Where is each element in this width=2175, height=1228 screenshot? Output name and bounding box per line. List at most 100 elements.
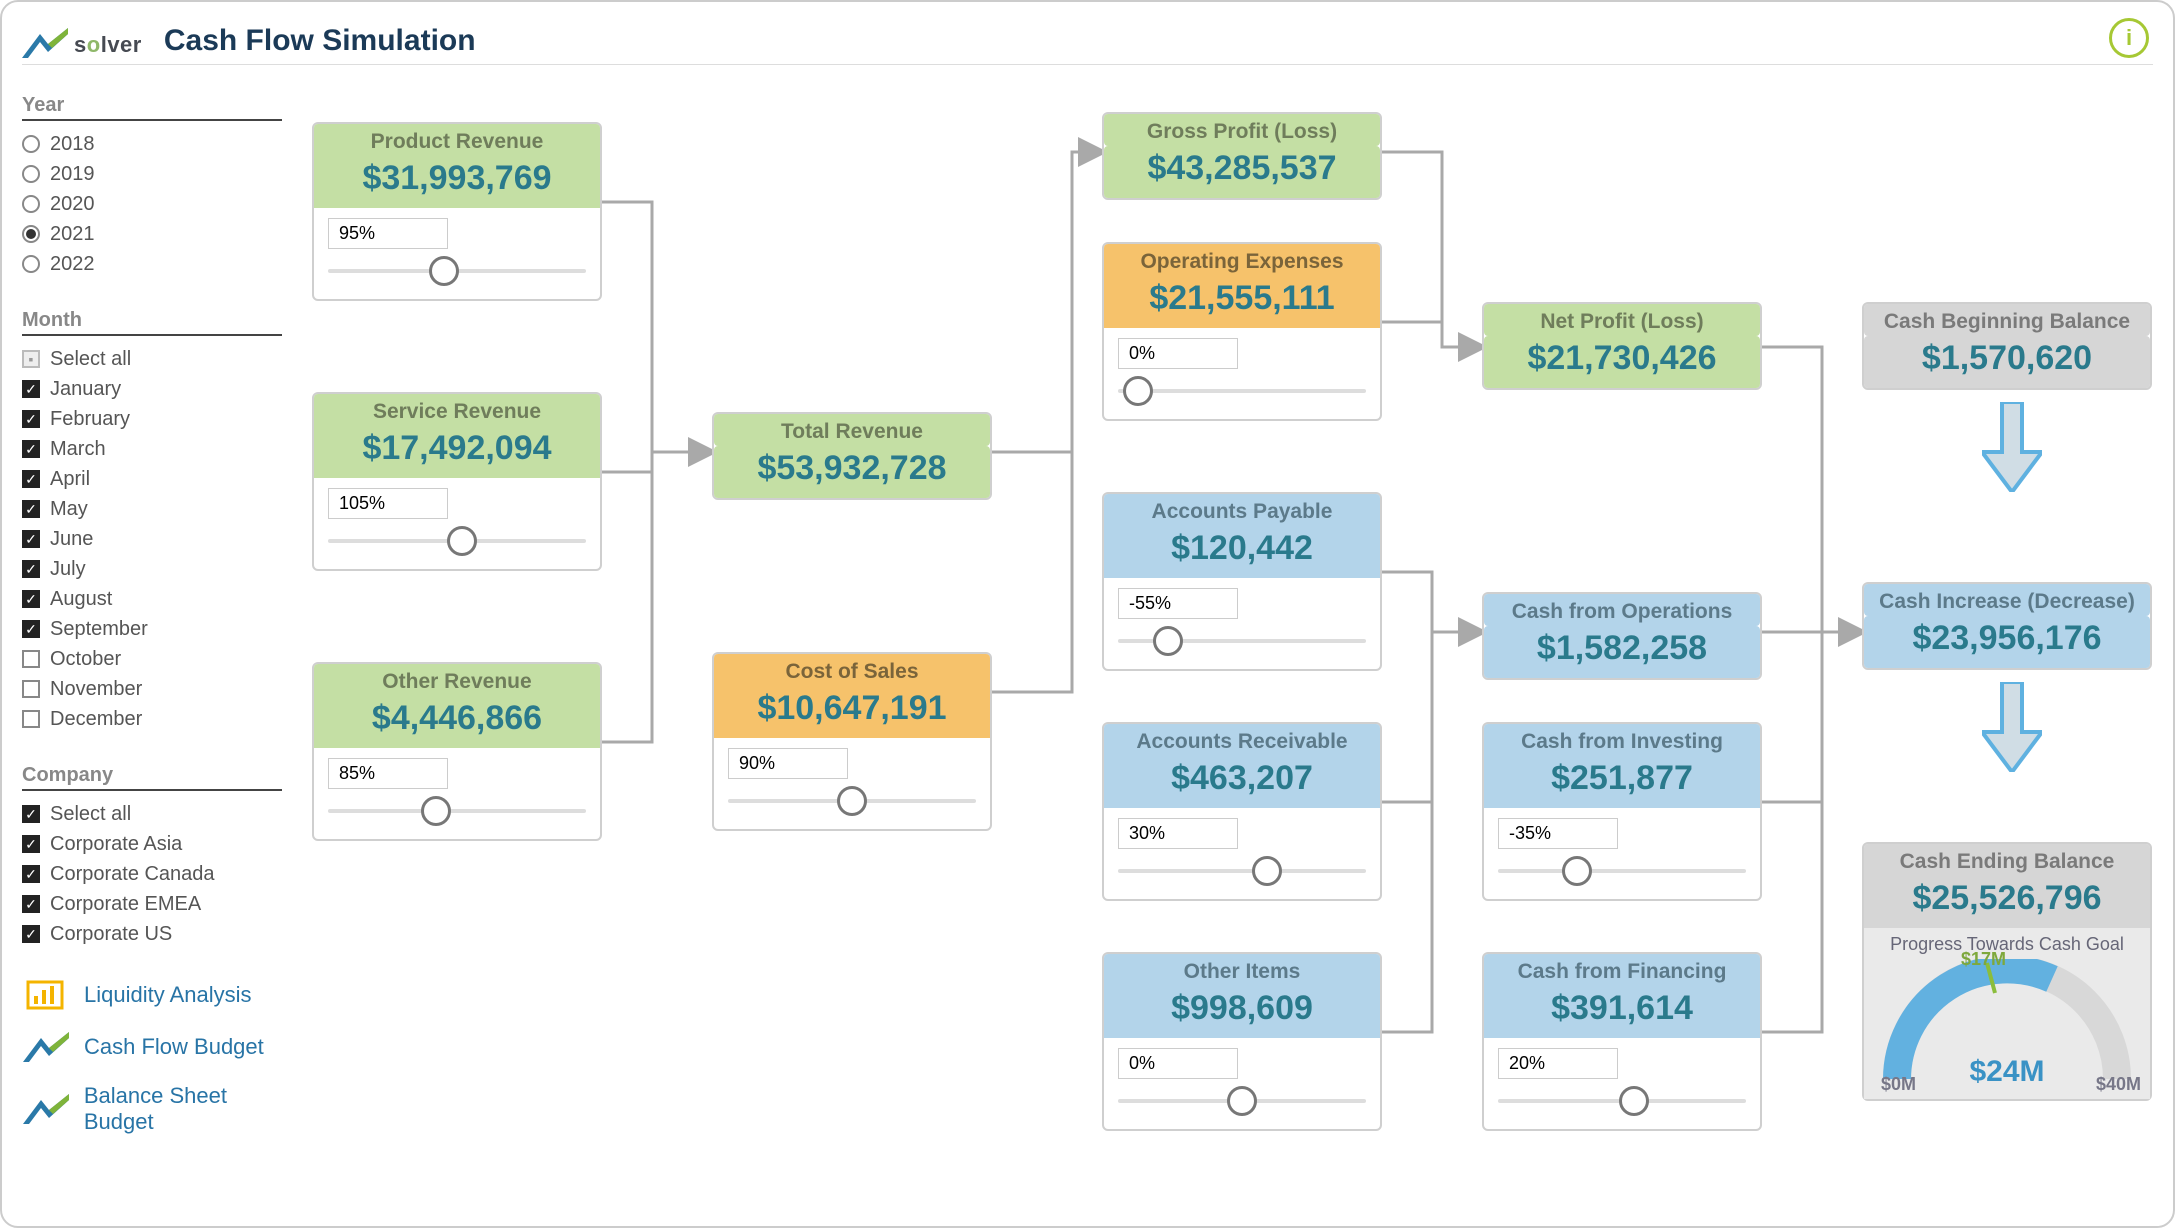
month-option-may[interactable]: May [22, 494, 302, 524]
checkbox-icon [22, 620, 40, 638]
node-operating-expenses: Operating Expenses $21,555,111 0% [1102, 242, 1382, 421]
checkbox-icon [22, 440, 40, 458]
radio-icon [22, 135, 40, 153]
node-value: $251,877 [1484, 756, 1760, 808]
slider[interactable] [328, 795, 586, 827]
company-option-corporate asia[interactable]: Corporate Asia [22, 829, 302, 859]
year-option-label: 2018 [50, 129, 95, 159]
checkbox-icon: ▪ [22, 350, 40, 368]
node-value: $120,442 [1104, 526, 1380, 578]
node-value: $25,526,796 [1864, 876, 2150, 928]
node-label: Cash from Investing [1484, 724, 1760, 756]
company-select-all[interactable]: Select all [22, 799, 302, 829]
node-value: $463,207 [1104, 756, 1380, 808]
company-option-corporate us[interactable]: Corporate US [22, 919, 302, 949]
company-select-all-label: Select all [50, 799, 131, 829]
link-balance-sheet-budget[interactable]: Balance Sheet Budget [22, 1083, 302, 1135]
checkbox-icon [22, 925, 40, 943]
slider[interactable] [1498, 1085, 1746, 1117]
gauge-target-label: $17M [1961, 949, 2006, 970]
radio-icon [22, 195, 40, 213]
year-option-2020[interactable]: 2020 [22, 189, 302, 219]
month-option-september[interactable]: September [22, 614, 302, 644]
node-value: $21,730,426 [1484, 336, 1760, 388]
checkbox-icon [22, 560, 40, 578]
month-option-april[interactable]: April [22, 464, 302, 494]
checkbox-icon [22, 380, 40, 398]
solver-logo: solver [22, 28, 142, 58]
company-option-corporate canada[interactable]: Corporate Canada [22, 859, 302, 889]
month-option-label: February [50, 404, 130, 434]
slider-value[interactable]: 95% [328, 218, 448, 249]
month-option-june[interactable]: June [22, 524, 302, 554]
year-option-label: 2022 [50, 249, 95, 279]
node-label: Accounts Payable [1104, 494, 1380, 526]
slider-value[interactable]: 90% [728, 748, 848, 779]
checkbox-icon [22, 470, 40, 488]
year-option-2019[interactable]: 2019 [22, 159, 302, 189]
month-option-july[interactable]: July [22, 554, 302, 584]
node-label: Product Revenue [314, 124, 600, 156]
node-total-revenue: Total Revenue $53,932,728 [712, 412, 992, 500]
month-option-label: December [50, 704, 142, 734]
slider-value[interactable]: 0% [1118, 1048, 1238, 1079]
company-option-label: Corporate Asia [50, 829, 182, 859]
month-option-label: March [50, 434, 106, 464]
slider[interactable] [1118, 855, 1366, 887]
year-option-2021[interactable]: 2021 [22, 219, 302, 249]
info-icon[interactable]: i [2109, 18, 2149, 58]
slider-value[interactable]: -35% [1498, 818, 1618, 849]
slider[interactable] [328, 255, 586, 287]
slider-value[interactable]: 105% [328, 488, 448, 519]
link-label: Balance Sheet Budget [84, 1083, 302, 1135]
slider-value[interactable]: 30% [1118, 818, 1238, 849]
slider-value[interactable]: 85% [328, 758, 448, 789]
slider-value[interactable]: -55% [1118, 588, 1238, 619]
link-liquidity-analysis[interactable]: Liquidity Analysis [22, 979, 302, 1011]
slider[interactable] [1118, 375, 1366, 407]
link-cash-flow-budget[interactable]: Cash Flow Budget [22, 1031, 302, 1063]
radio-icon [22, 255, 40, 273]
checkbox-icon [22, 805, 40, 823]
node-cash-from-financing: Cash from Financing $391,614 20% [1482, 952, 1762, 1131]
month-option-label: January [50, 374, 121, 404]
month-select-all[interactable]: ▪ Select all [22, 344, 302, 374]
node-label: Total Revenue [714, 414, 990, 446]
month-option-label: November [50, 674, 142, 704]
header: solver Cash Flow Simulation [22, 14, 2153, 58]
gauge-title: Progress Towards Cash Goal [1874, 934, 2140, 955]
node-accounts-payable: Accounts Payable $120,442 -55% [1102, 492, 1382, 671]
checkbox-icon [22, 710, 40, 728]
slider[interactable] [328, 525, 586, 557]
month-option-november[interactable]: November [22, 674, 302, 704]
slider[interactable] [728, 785, 976, 817]
node-net-profit: Net Profit (Loss) $21,730,426 [1482, 302, 1762, 390]
slider-value[interactable]: 0% [1118, 338, 1238, 369]
node-label: Cash from Operations [1484, 594, 1760, 626]
down-arrow-icon [1982, 682, 2042, 772]
year-option-2018[interactable]: 2018 [22, 129, 302, 159]
month-option-october[interactable]: October [22, 644, 302, 674]
node-cash-from-operations: Cash from Operations $1,582,258 [1482, 592, 1762, 680]
node-cash-increase-decrease: Cash Increase (Decrease) $23,956,176 [1862, 582, 2152, 670]
month-option-january[interactable]: January [22, 374, 302, 404]
slider[interactable] [1118, 1085, 1366, 1117]
node-label: Cash Increase (Decrease) [1864, 584, 2150, 616]
slider[interactable] [1118, 625, 1366, 657]
year-filter-label: Year [22, 94, 282, 121]
year-option-2022[interactable]: 2022 [22, 249, 302, 279]
month-option-label: October [50, 644, 121, 674]
month-option-december[interactable]: December [22, 704, 302, 734]
checkbox-icon [22, 530, 40, 548]
gauge-center-value: $24M [1969, 1055, 2044, 1089]
slider[interactable] [1498, 855, 1746, 887]
month-option-label: May [50, 494, 88, 524]
slider-value[interactable]: 20% [1498, 1048, 1618, 1079]
month-option-march[interactable]: March [22, 434, 302, 464]
node-other-revenue: Other Revenue $4,446,866 85% [312, 662, 602, 841]
month-option-february[interactable]: February [22, 404, 302, 434]
company-option-corporate emea[interactable]: Corporate EMEA [22, 889, 302, 919]
header-divider [22, 64, 2153, 65]
month-option-august[interactable]: August [22, 584, 302, 614]
checkbox-icon [22, 835, 40, 853]
